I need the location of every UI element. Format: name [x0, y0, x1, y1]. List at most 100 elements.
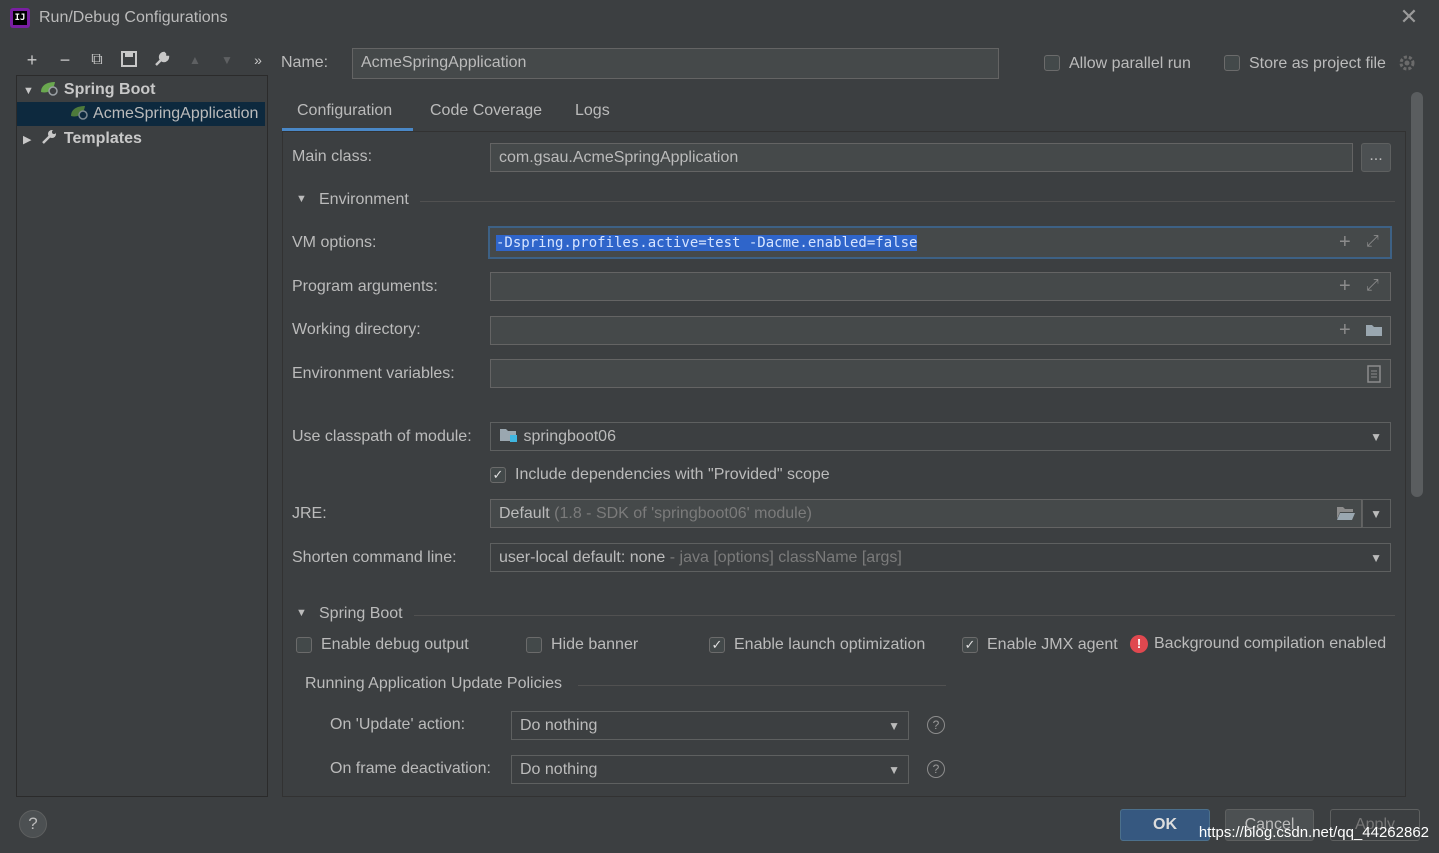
tree-label-spring-boot: Spring Boot	[63, 81, 156, 98]
error-icon: !	[1130, 635, 1148, 653]
dropdown-arrow-icon: ▼	[1370, 551, 1382, 565]
wrench-icon	[39, 130, 63, 147]
folder-icon[interactable]	[1365, 322, 1383, 343]
section-divider	[414, 615, 1395, 616]
tree-label-templates: Templates	[63, 130, 142, 147]
gear-icon[interactable]	[1398, 54, 1416, 72]
jmx-agent-checkbox[interactable]: ✓	[962, 637, 978, 653]
save-configuration-icon[interactable]	[119, 50, 139, 70]
working-directory-label: Working directory:	[292, 321, 421, 338]
tab-logs[interactable]: Logs	[560, 95, 625, 131]
chevron-down-icon[interactable]: ▼	[296, 193, 307, 205]
background-compilation-label: Background compilation enabled	[1154, 635, 1387, 652]
launch-optimization-checkbox[interactable]: ✓	[709, 637, 725, 653]
environment-variables-input[interactable]	[490, 359, 1391, 388]
jre-label: JRE:	[292, 505, 327, 522]
shorten-command-hint: - java [options] className [args]	[669, 549, 902, 566]
add-configuration-icon[interactable]: +	[22, 50, 42, 70]
title-bar: IJ Run/Debug Configurations ✕	[0, 0, 1439, 38]
launch-optimization-label: Enable launch optimization	[734, 636, 926, 653]
dropdown-arrow-icon: ▼	[888, 719, 900, 733]
ok-button[interactable]: OK	[1120, 809, 1210, 841]
shorten-command-value: user-local default: none	[499, 549, 666, 566]
move-down-icon[interactable]: ▼	[217, 50, 237, 70]
folder-open-icon[interactable]	[1336, 505, 1356, 526]
include-provided-checkbox[interactable]: ✓	[490, 467, 506, 483]
section-divider	[578, 685, 946, 686]
name-label: Name:	[281, 54, 329, 71]
help-icon[interactable]: ?	[927, 716, 945, 734]
chevron-down-icon[interactable]: ▼	[23, 79, 35, 103]
chevron-right-icon[interactable]: ▶	[23, 128, 35, 152]
tree-item-spring-boot[interactable]: ▼ Spring Boot	[23, 78, 155, 102]
add-argument-icon[interactable]: +	[1339, 272, 1351, 300]
dropdown-arrow-icon: ▼	[888, 763, 900, 777]
debug-output-label: Enable debug output	[321, 636, 469, 653]
jre-input[interactable]: Default (1.8 - SDK of 'springboot06' mod…	[490, 499, 1362, 528]
spring-boot-icon	[39, 81, 63, 98]
classpath-module-select[interactable]: springboot06 ▼	[490, 422, 1391, 451]
dropdown-arrow-icon: ▼	[1370, 507, 1382, 521]
module-folder-icon	[499, 428, 523, 445]
vm-options-label: VM options:	[292, 234, 377, 251]
update-policies-title: Running Application Update Policies	[305, 675, 563, 692]
browse-main-class-button[interactable]: ...	[1361, 143, 1391, 172]
store-project-checkbox[interactable]	[1224, 55, 1240, 71]
wrench-edit-icon[interactable]	[152, 50, 172, 70]
on-update-select[interactable]: Do nothing ▼	[511, 711, 909, 740]
store-project-label: Store as project file	[1249, 55, 1386, 72]
spring-boot-app-icon	[69, 105, 93, 122]
window-title: Run/Debug Configurations	[39, 9, 228, 26]
on-frame-value: Do nothing	[520, 761, 598, 778]
intellij-logo-icon: IJ	[10, 8, 30, 28]
expand-icon[interactable]: ⤢	[1366, 228, 1379, 256]
more-actions-icon[interactable]: »	[248, 50, 268, 70]
include-provided-label: Include dependencies with "Provided" sco…	[515, 466, 830, 483]
jmx-agent-label: Enable JMX agent	[987, 636, 1118, 653]
on-frame-label: On frame deactivation:	[330, 760, 491, 777]
vm-options-input[interactable]: -Dspring.profiles.active=test -Dacme.ena…	[488, 226, 1392, 259]
add-option-icon[interactable]: +	[1339, 228, 1351, 256]
vertical-scrollbar[interactable]	[1411, 92, 1423, 497]
spring-boot-section-title: Spring Boot	[319, 605, 403, 622]
tab-code-coverage[interactable]: Code Coverage	[415, 95, 557, 131]
move-up-icon[interactable]: ▲	[185, 50, 205, 70]
close-icon[interactable]: ✕	[1398, 6, 1420, 28]
copy-configuration-icon[interactable]: ⧉	[87, 50, 107, 70]
main-class-label: Main class:	[292, 148, 373, 165]
jre-hint: (1.8 - SDK of 'springboot06' module)	[554, 505, 812, 522]
classpath-module-value: springboot06	[523, 428, 616, 445]
hide-banner-label: Hide banner	[551, 636, 639, 653]
allow-parallel-checkbox[interactable]	[1044, 55, 1060, 71]
tree-label-acme: AcmeSpringApplication	[93, 105, 259, 122]
chevron-down-icon[interactable]: ▼	[296, 607, 307, 619]
tree-item-templates[interactable]: ▶ Templates	[23, 127, 142, 151]
jre-dropdown-button[interactable]: ▼	[1362, 499, 1391, 528]
debug-output-checkbox[interactable]	[296, 637, 312, 653]
allow-parallel-label: Allow parallel run	[1069, 55, 1191, 72]
jre-value: Default	[499, 505, 550, 522]
tab-bar: Configuration Code Coverage Logs	[282, 95, 1392, 131]
vm-options-value: -Dspring.profiles.active=test -Dacme.ena…	[496, 235, 918, 251]
main-class-input[interactable]: com.gsau.AcmeSpringApplication	[490, 143, 1353, 172]
hide-banner-checkbox[interactable]	[526, 637, 542, 653]
help-icon[interactable]: ?	[927, 760, 945, 778]
watermark-text: https://blog.csdn.net/qq_44262862	[1198, 824, 1429, 841]
on-frame-select[interactable]: Do nothing ▼	[511, 755, 909, 784]
help-button[interactable]: ?	[19, 810, 47, 838]
tree-item-acme-application[interactable]: AcmeSpringApplication	[17, 102, 265, 126]
classpath-module-label: Use classpath of module:	[292, 428, 472, 445]
edit-list-icon[interactable]	[1367, 365, 1381, 388]
remove-configuration-icon[interactable]: −	[55, 50, 75, 70]
name-input[interactable]: AcmeSpringApplication	[352, 48, 999, 79]
tab-configuration[interactable]: Configuration	[282, 95, 413, 131]
working-directory-input[interactable]	[490, 316, 1391, 345]
shorten-command-label: Shorten command line:	[292, 549, 457, 566]
on-update-value: Do nothing	[520, 717, 598, 734]
expand-icon[interactable]: ⤢	[1366, 272, 1379, 300]
shorten-command-select[interactable]: user-local default: none - java [options…	[490, 543, 1391, 572]
environment-variables-label: Environment variables:	[292, 365, 455, 382]
add-macro-icon[interactable]: +	[1339, 316, 1351, 344]
program-arguments-input[interactable]	[490, 272, 1391, 301]
environment-section-title: Environment	[319, 191, 409, 208]
